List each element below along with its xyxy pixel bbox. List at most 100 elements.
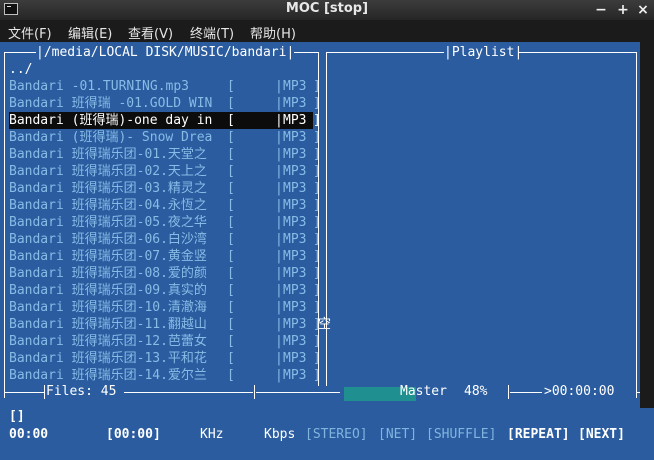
file-row[interactable]: Bandari 班得瑞乐团-10.清澈海 [| MP3] bbox=[9, 299, 321, 316]
bracket-open: [ bbox=[227, 300, 235, 315]
file-row[interactable]: Bandari (班得瑞)- Snow Drea [| MP3] bbox=[9, 129, 321, 146]
bracket-close: ] bbox=[313, 266, 321, 281]
menu-help[interactable]: 帮助(H) bbox=[250, 23, 296, 42]
bracket-close: ] bbox=[313, 283, 321, 298]
bracket-open: [ bbox=[227, 232, 235, 247]
bracket-close: ] bbox=[313, 232, 321, 247]
bracket-open: [ bbox=[227, 147, 235, 162]
close-icon[interactable]: × bbox=[634, 1, 652, 19]
overflow-char: 空 bbox=[318, 317, 332, 332]
file-row[interactable]: Bandari 班得瑞乐团-13.平和花 [| MP3] bbox=[9, 350, 321, 367]
file-row[interactable]: Bandari -01.TURNING.mp3 [| MP3] bbox=[9, 78, 321, 95]
khz-label: KHz bbox=[200, 427, 224, 442]
file-format: MP3 bbox=[283, 283, 307, 298]
file-row[interactable]: Bandari 班得瑞乐团-09.真实的 [| MP3] bbox=[9, 282, 321, 299]
bracket-separator: | bbox=[275, 96, 283, 111]
bracket-separator: | bbox=[275, 283, 283, 298]
parent-directory[interactable]: ../ bbox=[9, 61, 32, 78]
file-row[interactable]: Bandari 班得瑞乐团-08.爱的颜 [| MP3] bbox=[9, 265, 321, 282]
file-row[interactable]: Bandari 班得瑞乐团-06.白沙湾 [| MP3] bbox=[9, 231, 321, 248]
file-format: MP3 bbox=[283, 334, 307, 349]
file-format: MP3 bbox=[283, 351, 307, 366]
file-row[interactable]: Bandari 班得瑞乐团-12.芭蕾女 [| MP3] bbox=[9, 333, 321, 350]
bracket-close: ] bbox=[313, 215, 321, 230]
bracket-open: [ bbox=[227, 351, 235, 366]
bracket-close: ] bbox=[313, 300, 321, 315]
bracket-open: [ bbox=[227, 215, 235, 230]
file-format: MP3 bbox=[283, 96, 307, 111]
bracket-open: [ bbox=[227, 266, 235, 281]
file-row[interactable]: Bandari 班得瑞 -01.GOLD WIN [ | MP3] bbox=[9, 95, 321, 112]
bracket-separator: | bbox=[275, 334, 283, 349]
shuffle-flag: [SHUFFLE] bbox=[426, 427, 497, 442]
window-title: MOC [stop] bbox=[285, 1, 369, 16]
file-name: Bandari 班得瑞乐团-02.天上之 bbox=[9, 164, 207, 179]
file-row[interactable]: Bandari 班得瑞乐团-03.精灵之 [| MP3] bbox=[9, 180, 321, 197]
bracket-open: [ bbox=[227, 368, 235, 383]
bracket-open: [ bbox=[227, 181, 235, 196]
browser-path-header: |/media/LOCAL DISK/MUSIC/bandari| bbox=[36, 45, 295, 60]
menu-edit[interactable]: 编辑(E) bbox=[68, 23, 112, 42]
file-name: Bandari 班得瑞乐团-07.黄金竖 bbox=[9, 249, 207, 264]
bracket-separator: | bbox=[275, 198, 283, 213]
bracket-separator: | bbox=[275, 79, 283, 94]
file-row[interactable]: Bandari 班得瑞乐团-01.天堂之 [| MP3] bbox=[9, 146, 321, 163]
file-name: Bandari 班得瑞乐团-11.翻越山 bbox=[9, 317, 207, 332]
bracket-open: [ bbox=[227, 79, 235, 94]
file-name: Bandari 班得瑞 -01.GOLD WIN bbox=[9, 96, 213, 111]
maximize-icon[interactable]: + bbox=[614, 1, 632, 19]
next-flag: [NEXT] bbox=[578, 427, 625, 442]
file-name: Bandari 班得瑞乐团-05.夜之华 bbox=[9, 215, 207, 230]
bracket-separator: | bbox=[275, 147, 283, 162]
file-format: MP3 bbox=[283, 215, 307, 230]
bracket-separator: | bbox=[275, 351, 283, 366]
file-format: MP3 bbox=[283, 113, 307, 128]
kbps-label: Kbps bbox=[264, 427, 296, 442]
file-name: Bandari 班得瑞乐团-10.清澈海 bbox=[9, 300, 207, 315]
net-flag: [NET] bbox=[378, 427, 418, 442]
mixer-value: 48% bbox=[464, 384, 488, 399]
file-row[interactable]: Bandari 班得瑞乐团-11.翻越山[| MP3] bbox=[9, 316, 321, 333]
file-format: MP3 bbox=[283, 130, 307, 145]
file-row[interactable]: Bandari 班得瑞乐团-07.黄金竖 [| MP3] bbox=[9, 248, 321, 265]
file-name: Bandari (班得瑞)-one day in bbox=[9, 113, 213, 128]
bracket-open: [ bbox=[227, 164, 235, 179]
bracket-close: ] bbox=[313, 130, 321, 145]
file-name: Bandari 班得瑞乐团-08.爱的颜 bbox=[9, 266, 207, 281]
bracket-open: [ bbox=[227, 198, 235, 213]
minimize-icon[interactable]: − bbox=[592, 1, 610, 19]
file-row[interactable]: Bandari 班得瑞乐团-14.爱尔兰 [| MP3] bbox=[9, 367, 321, 384]
bracket-close: ] bbox=[313, 96, 321, 111]
file-name: Bandari 班得瑞乐团-06.白沙湾 bbox=[9, 232, 207, 247]
info-area: [] 00:00 [00:00] KHz Kbps [STEREO] [NET]… bbox=[0, 408, 654, 460]
browser-path: /media/LOCAL DISK/MUSIC/bandari bbox=[43, 45, 287, 60]
file-row[interactable]: Bandari 班得瑞乐团-02.天上之 [| MP3] bbox=[9, 163, 321, 180]
bracket-close: ] bbox=[313, 198, 321, 213]
file-row[interactable]: Bandari (班得瑞)-one day in [| MP3] bbox=[9, 112, 321, 129]
file-format: MP3 bbox=[283, 317, 307, 332]
file-name: Bandari 班得瑞乐团-13.平和花 bbox=[9, 351, 207, 366]
repeat-flag: [REPEAT] bbox=[507, 427, 570, 442]
bracket-close: ] bbox=[313, 164, 321, 179]
playlist-header: |Playlist| bbox=[444, 45, 523, 60]
bracket-close: ] bbox=[313, 249, 321, 264]
files-count: Files: 45 bbox=[46, 384, 117, 399]
mixer-label: Master bbox=[400, 384, 447, 399]
moc-panels: |/media/LOCAL DISK/MUSIC/bandari| |Playl… bbox=[0, 42, 640, 408]
file-row[interactable]: Bandari 班得瑞乐团-05.夜之华 [| MP3] bbox=[9, 214, 321, 231]
file-format: MP3 bbox=[283, 198, 307, 213]
playlist-title: Playlist bbox=[451, 45, 515, 60]
bracket-separator: | bbox=[275, 266, 283, 281]
now-playing-title: [] bbox=[9, 409, 25, 424]
total-time: [00:00] bbox=[106, 427, 161, 442]
menu-terminal[interactable]: 终端(T) bbox=[190, 23, 234, 42]
terminal-area[interactable]: |/media/LOCAL DISK/MUSIC/bandari| |Playl… bbox=[0, 42, 654, 460]
bracket-open: [ bbox=[227, 96, 235, 111]
bracket-separator: | bbox=[275, 181, 283, 196]
bracket-separator: | bbox=[275, 130, 283, 145]
bracket-open: [ bbox=[227, 334, 235, 349]
file-name: Bandari -01.TURNING.mp3 bbox=[9, 79, 221, 94]
menu-view[interactable]: 查看(V) bbox=[128, 23, 173, 42]
file-row[interactable]: Bandari 班得瑞乐团-04.永恆之 [| MP3] bbox=[9, 197, 321, 214]
menu-file[interactable]: 文件(F) bbox=[8, 23, 52, 42]
